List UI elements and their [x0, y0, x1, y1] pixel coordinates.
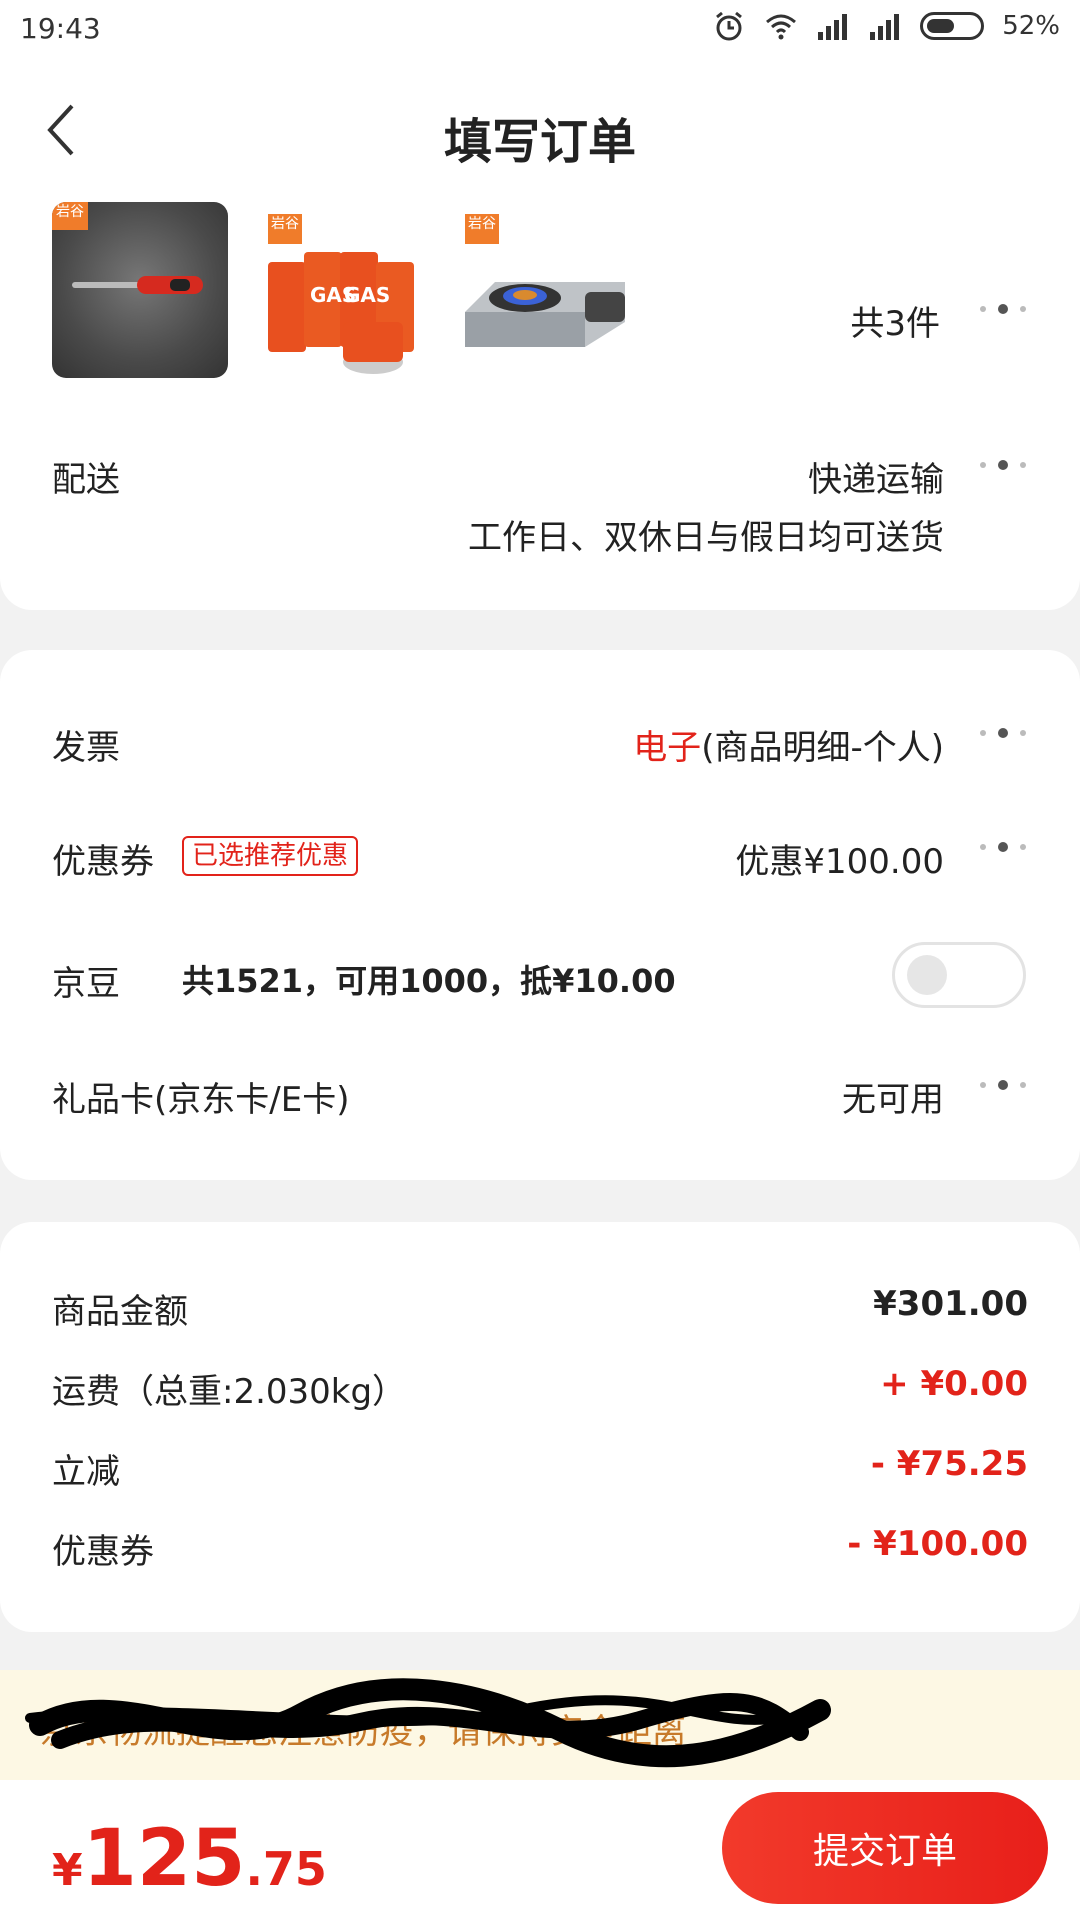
total-dec: .75	[245, 1842, 327, 1896]
summary-label: 优惠券	[52, 1532, 154, 1572]
product-count: 共3件	[850, 304, 940, 344]
summary-value: + ¥0.00	[880, 1364, 1028, 1404]
scribble-redaction	[25, 1678, 831, 1768]
jingdou-toggle[interactable]	[892, 942, 1026, 1008]
coupon-value[interactable]: 优惠¥100.00	[735, 834, 944, 883]
more-icon[interactable]	[976, 840, 1028, 854]
more-icon[interactable]	[976, 458, 1028, 472]
delivery-method[interactable]: 快递运输	[808, 452, 944, 501]
coupon-badge: 已选推荐优惠	[182, 836, 359, 876]
battery-icon	[920, 12, 985, 40]
status-bar: 19:43 52%	[0, 0, 1080, 60]
battery-level	[927, 19, 955, 33]
gift-card-label: 礼品卡(京东卡/E卡)	[52, 1080, 350, 1120]
summary-label: 立减	[52, 1452, 120, 1492]
jingdou-info: 共1521，可用1000，抵¥10.00	[182, 962, 676, 1000]
delivery-note: 工作日、双休日与假日均可送货	[468, 518, 944, 558]
total-int: 125	[82, 1814, 246, 1904]
coupon-label: 优惠券	[52, 842, 154, 882]
invoice-detail: (商品明细-个人)	[701, 728, 944, 768]
stove-product-image[interactable]: 岩谷	[455, 202, 631, 378]
brand-tag: 岩谷	[465, 214, 499, 244]
page-title: 填写订单	[443, 114, 636, 170]
invoice-type: 电子	[633, 728, 702, 768]
bottom-bar: ¥125.75 提交订单	[0, 1780, 1080, 1920]
order-items-card: 岩谷 岩谷 GAS GAS 岩谷 共3件 配送 快递运输 工作日、双休日与假日均…	[0, 190, 1080, 610]
jingdou-label: 京豆	[52, 964, 120, 1004]
brand-tag: 岩谷	[268, 214, 302, 244]
status-time: 19:43	[20, 12, 101, 45]
summary-value: - ¥75.25	[870, 1444, 1028, 1484]
signal-icon	[816, 10, 850, 42]
submit-order-button[interactable]: 提交订单	[722, 1792, 1048, 1904]
summary-value: ¥301.00	[873, 1284, 1028, 1324]
price-summary-card: 商品金额 ¥301.00 运费（总重:2.030kg） + ¥0.00 立减 -…	[0, 1222, 1080, 1632]
header: 填写订单	[0, 60, 1080, 190]
delivery-label: 配送	[52, 460, 120, 500]
wifi-icon	[764, 10, 798, 42]
invoice-label: 发票	[52, 728, 120, 768]
gas-cans-product-image[interactable]: 岩谷 GAS GAS	[258, 202, 434, 378]
status-icons: 52%	[712, 10, 1060, 42]
gift-card-value[interactable]: 无可用	[842, 1072, 944, 1121]
alarm-icon	[712, 10, 746, 42]
notice-banner: 京东物流提醒您注意防疫，请保持安全距离	[0, 1670, 1080, 1780]
signal-icon	[868, 10, 902, 42]
more-icon[interactable]	[976, 726, 1028, 740]
lighter-product-image[interactable]: 岩谷	[52, 202, 228, 378]
summary-value: - ¥100.00	[847, 1524, 1028, 1564]
brand-tag: 岩谷	[52, 202, 88, 230]
total-price: ¥125.75	[52, 1814, 327, 1904]
payment-options-card: 发票 电子(商品明细-个人) 优惠券 已选推荐优惠 优惠¥100.00 京豆 共…	[0, 650, 1080, 1180]
currency-symbol: ¥	[52, 1845, 83, 1896]
more-icon[interactable]	[976, 302, 1028, 316]
toggle-knob	[907, 955, 947, 995]
gas-label: GAS	[344, 283, 390, 307]
more-icon[interactable]	[976, 1078, 1028, 1092]
summary-label: 商品金额	[52, 1292, 188, 1332]
invoice-value[interactable]: 电子(商品明细-个人)	[633, 720, 944, 769]
battery-percent: 52%	[1002, 11, 1060, 41]
summary-label: 运费（总重:2.030kg）	[52, 1372, 407, 1412]
